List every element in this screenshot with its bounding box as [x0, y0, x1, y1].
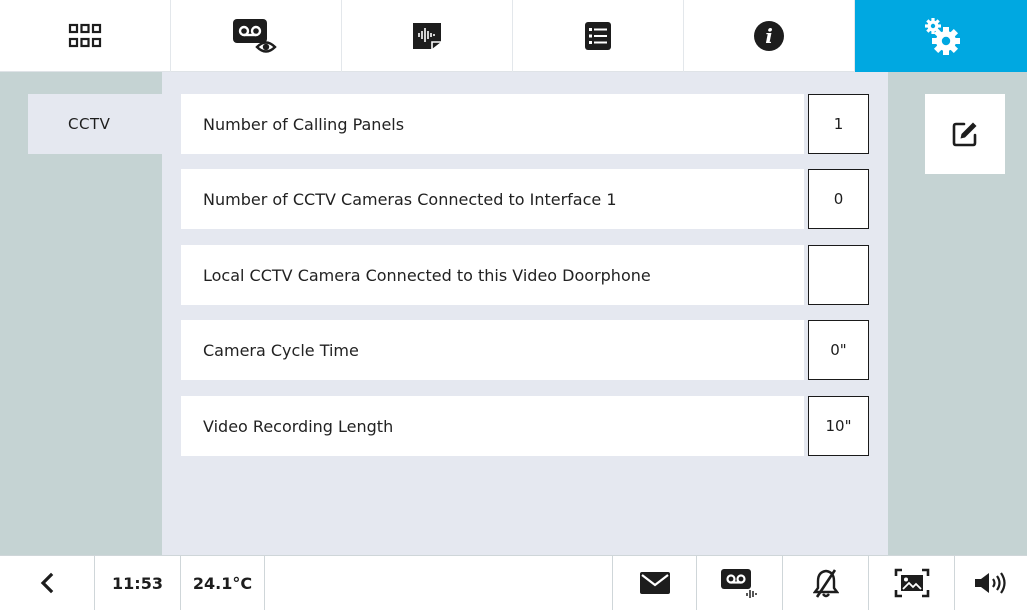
chevron-left-icon	[40, 572, 54, 594]
messages-button[interactable]	[613, 556, 697, 610]
temperature: 24.1°C	[181, 556, 265, 610]
photo-frame-button[interactable]	[869, 556, 955, 610]
setting-value-field[interactable]	[808, 245, 869, 305]
bell-muted-icon	[812, 569, 839, 598]
envelope-icon	[639, 572, 670, 594]
setting-label: Video Recording Length	[181, 396, 804, 456]
video-message-icon	[233, 19, 277, 53]
setting-label: Camera Cycle Time	[181, 320, 804, 380]
audio-file-icon	[413, 23, 441, 49]
setting-label: Local CCTV Camera Connected to this Vide…	[181, 245, 804, 305]
setting-row-calling-panels: Number of Calling Panels 1	[181, 94, 869, 154]
back-button[interactable]	[0, 556, 95, 610]
video-answering-icon	[720, 569, 757, 598]
speaker-icon	[975, 572, 1006, 594]
setting-value-field[interactable]: 10"	[808, 396, 869, 456]
setting-value-field[interactable]: 0"	[808, 320, 869, 380]
list-icon	[585, 22, 611, 50]
settings-list: Number of Calling Panels 1 Number of CCT…	[162, 72, 888, 555]
tab-home[interactable]	[0, 0, 171, 72]
setting-value-field[interactable]: 1	[808, 94, 869, 154]
grid-icon	[68, 23, 102, 48]
clock: 11:53	[95, 556, 181, 610]
video-answering-button[interactable]	[697, 556, 783, 610]
setting-row-camera-cycle-time: Camera Cycle Time 0"	[181, 320, 869, 380]
status-spacer	[265, 556, 613, 610]
setting-row-cctv-cameras-interface: Number of CCTV Cameras Connected to Inte…	[181, 169, 869, 229]
edit-button[interactable]	[925, 94, 1005, 174]
ringer-mute-button[interactable]	[783, 556, 869, 610]
tab-settings[interactable]	[855, 0, 1027, 72]
settings-icon	[925, 18, 960, 55]
left-sidebar: CCTV	[0, 72, 162, 555]
sidebar-item-cctv[interactable]: CCTV	[28, 94, 162, 154]
tab-audio-messages[interactable]	[342, 0, 513, 72]
setting-row-local-cctv-camera: Local CCTV Camera Connected to this Vide…	[181, 245, 869, 305]
setting-label: Number of Calling Panels	[181, 94, 804, 154]
info-icon: i	[754, 21, 784, 51]
svg-text:i: i	[765, 24, 773, 48]
setting-value-field[interactable]: 0	[808, 169, 869, 229]
photo-frame-icon	[894, 568, 929, 598]
top-tab-bar: i	[0, 0, 1027, 72]
bottom-status-bar: 11:53 24.1°C	[0, 555, 1027, 610]
edit-icon	[952, 122, 977, 147]
setting-label: Number of CCTV Cameras Connected to Inte…	[181, 169, 804, 229]
sidebar-item-label: CCTV	[68, 115, 111, 133]
tab-video-messages[interactable]	[171, 0, 342, 72]
tab-log[interactable]	[513, 0, 684, 72]
tab-info[interactable]: i	[684, 0, 855, 72]
right-action-panel	[888, 72, 1027, 555]
setting-row-video-recording-length: Video Recording Length 10"	[181, 396, 869, 456]
volume-button[interactable]	[955, 556, 1027, 610]
